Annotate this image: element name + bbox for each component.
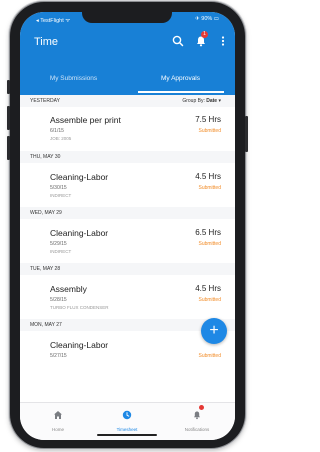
tab-bar: My Submissions My Approvals (20, 70, 235, 95)
status-badge: Submitted (198, 128, 221, 134)
item-title: Assemble per print (50, 115, 121, 125)
status-bar: ◂ TestFlight ᯤ ✈ 90% ▭ (20, 12, 235, 26)
active-tab-indicator (138, 91, 224, 93)
nav-home-label: Home (51, 427, 64, 432)
item-date: 5/28/15 (50, 297, 67, 303)
alerts-badge: 1 (201, 31, 208, 38)
app-screen: ◂ TestFlight ᯤ ✈ 90% ▭ Time 1 My Submiss… (20, 12, 235, 440)
section-date-label: TUE, MAY 28 (30, 266, 61, 272)
item-hours: 4.5 Hrs (195, 172, 221, 181)
list-item[interactable]: Assembly 5/28/15 TURBO FLUX CONDENSER 4.… (20, 275, 235, 319)
list-item[interactable]: Cleaning-Labor 5/30/15 INDIRECT 4.5 Hrs … (20, 163, 235, 207)
nav-notifications[interactable]: Notifications (167, 405, 227, 432)
section-header: TUE, MAY 28 (20, 263, 235, 275)
status-battery: ✈ 90% ▭ (195, 16, 219, 22)
add-entry-button[interactable]: + (201, 318, 227, 344)
nav-notifications-label: Notifications (184, 427, 210, 432)
section-header: THU, MAY 30 (20, 151, 235, 163)
nav-timesheet[interactable]: Timesheet (97, 407, 157, 432)
status-badge: Submitted (198, 297, 221, 303)
status-carrier: ◂ TestFlight ᯤ (36, 18, 71, 24)
group-by-value: Date (206, 98, 218, 104)
item-title: Assembly (50, 284, 87, 294)
item-subtitle: JOB: 2005 (50, 136, 72, 141)
search-button[interactable] (171, 34, 185, 48)
phone-volume-up-button (7, 106, 10, 130)
list-item[interactable]: Cleaning-Labor 5/29/15 INDIRECT 6.5 Hrs … (20, 219, 235, 263)
timesheet-list: YESTERDAY Group By: Date ▾ Assemble per … (20, 95, 235, 402)
status-badge: Submitted (198, 241, 221, 247)
group-by-label: Group By: (182, 98, 205, 104)
item-hours: 7.5 Hrs (195, 115, 221, 124)
item-date: 5/27/15 (50, 353, 67, 359)
app-header: ◂ TestFlight ᯤ ✈ 90% ▭ Time 1 My Submiss… (20, 12, 235, 95)
item-subtitle: INDIRECT (50, 249, 72, 254)
section-date-label: THU, MAY 30 (30, 154, 61, 160)
chevron-down-icon: ▾ (218, 98, 221, 104)
item-date: 5/29/15 (50, 241, 67, 247)
status-badge: Submitted (198, 353, 221, 359)
phone-power-button (245, 116, 248, 152)
more-menu-button[interactable] (216, 34, 230, 48)
item-hours: 4.5 Hrs (195, 284, 221, 293)
item-hours: 6.5 Hrs (195, 228, 221, 237)
section-header: WED, MAY 29 (20, 207, 235, 219)
section-date-label: WED, MAY 29 (30, 210, 62, 216)
bell-icon-wrap (192, 405, 204, 425)
notification-dot (199, 405, 204, 410)
item-date: 5/30/15 (50, 185, 67, 191)
item-title: Cleaning-Labor (50, 228, 109, 238)
more-vertical-icon (221, 36, 225, 46)
item-title: Cleaning-Labor (50, 172, 109, 182)
item-title: Cleaning-Labor (50, 340, 109, 350)
phone-side-button (7, 80, 10, 94)
phone-notch (82, 12, 172, 23)
section-date-label: MON, MAY 27 (30, 322, 62, 328)
phone-volume-down-button (7, 136, 10, 160)
clock-icon (122, 410, 132, 420)
page-title: Time (34, 36, 59, 48)
nav-timesheet-label: Timesheet (116, 427, 138, 432)
item-subtitle: INDIRECT (50, 193, 72, 198)
nav-home[interactable]: Home (28, 407, 88, 432)
alerts-button[interactable]: 1 (194, 31, 208, 48)
tab-my-submissions[interactable]: My Submissions (20, 70, 127, 95)
search-icon (172, 35, 184, 47)
item-date: 6/1/15 (50, 128, 64, 134)
section-header: YESTERDAY Group By: Date ▾ (20, 95, 235, 107)
status-badge: Submitted (198, 185, 221, 191)
home-indicator (97, 434, 157, 436)
home-icon (54, 411, 62, 419)
item-subtitle: TURBO FLUX CONDENSER (50, 305, 109, 310)
bell-icon (194, 411, 200, 420)
section-date-label: YESTERDAY (30, 98, 60, 104)
list-item[interactable]: Assemble per print 6/1/15 JOB: 2005 7.5 … (20, 107, 235, 151)
group-by-selector[interactable]: Group By: Date ▾ (182, 95, 221, 107)
